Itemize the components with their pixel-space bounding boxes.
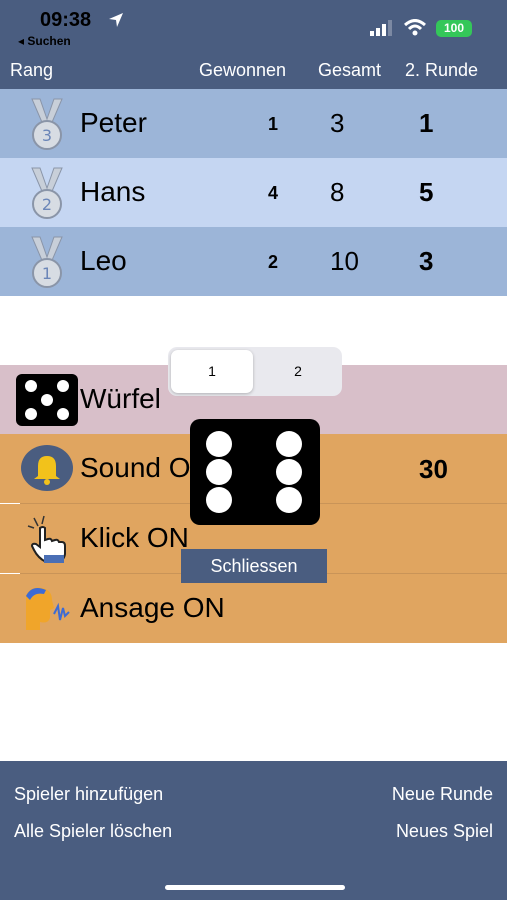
player-total: 8 [330, 177, 345, 207]
dice-result [190, 419, 320, 525]
dice-icon [16, 374, 78, 426]
announce-setting-row[interactable]: Ansage ON [0, 574, 507, 643]
column-header-rank: Rang [10, 60, 54, 80]
segment-option-2[interactable]: 2 [257, 350, 339, 393]
player-total: 10 [330, 246, 359, 276]
player-row[interactable]: 1 Leo 2 10 3 [0, 227, 507, 296]
add-player-button[interactable]: Spieler hinzufügen [14, 784, 163, 805]
player-round: 1 [419, 108, 434, 138]
battery-indicator: 100 [436, 20, 472, 37]
player-name: Leo [80, 245, 127, 276]
tap-hand-icon [27, 515, 66, 563]
column-header-won: Gewonnen [199, 60, 287, 80]
player-name: Hans [80, 176, 146, 207]
player-won: 1 [268, 114, 279, 134]
player-round: 3 [419, 246, 434, 276]
player-name: Peter [80, 107, 147, 138]
sound-setting-value: 30 [419, 454, 448, 484]
delete-all-players-button[interactable]: Alle Spieler löschen [14, 821, 172, 842]
home-indicator[interactable] [165, 885, 345, 890]
cellular-signal-icon [370, 20, 392, 36]
bell-icon [21, 445, 73, 491]
click-setting-label: Klick ON [80, 522, 189, 553]
player-row[interactable]: 2 Hans 4 8 5 [0, 158, 507, 227]
close-button[interactable]: Schliessen [181, 549, 327, 583]
back-to-search-link[interactable]: ◂ Suchen [18, 34, 71, 48]
new-game-button[interactable]: Neues Spiel [396, 821, 493, 842]
die-pip [206, 487, 232, 513]
medal-icon: 2 [31, 167, 63, 219]
die-pip [276, 487, 302, 513]
dice-setting-label: Würfel [80, 383, 161, 414]
announce-setting-label: Ansage ON [80, 592, 225, 623]
dice-count-segmented-control[interactable]: 1 2 [168, 347, 342, 396]
player-round: 5 [419, 177, 434, 207]
player-total: 3 [330, 108, 345, 138]
die-pip [206, 459, 232, 485]
medal-number: 2 [42, 195, 52, 214]
medal-icon: 3 [31, 98, 63, 150]
player-won: 2 [268, 252, 279, 272]
wifi-icon [404, 19, 426, 36]
location-arrow-icon [109, 13, 123, 27]
status-time: 09:38 [40, 9, 92, 31]
column-header-total: Gesamt [318, 60, 382, 80]
die-pip [276, 459, 302, 485]
die-pip [206, 431, 232, 457]
medal-icon: 1 [31, 236, 63, 288]
medal-number: 1 [42, 264, 52, 283]
segment-option-1[interactable]: 1 [171, 350, 253, 393]
medal-number: 3 [42, 126, 52, 145]
player-row[interactable]: 3 Peter 1 3 1 [0, 89, 507, 158]
speaking-head-icon [26, 587, 70, 630]
player-won: 4 [268, 183, 279, 203]
new-round-button[interactable]: Neue Runde [392, 784, 493, 805]
die-pip [276, 431, 302, 457]
column-header-round: 2. Runde [405, 60, 479, 80]
